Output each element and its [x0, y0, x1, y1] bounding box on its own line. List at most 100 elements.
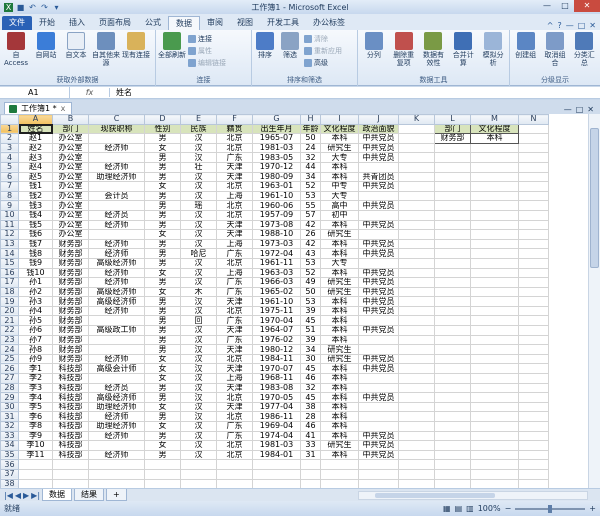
cell[interactable]: 共青团员 [358, 171, 399, 183]
row-header[interactable]: 19 [0, 296, 19, 307]
cell[interactable] [518, 171, 549, 183]
row-header[interactable]: 8 [0, 190, 19, 202]
cell[interactable]: 研究生 [320, 440, 359, 451]
cell[interactable] [470, 277, 519, 288]
cell[interactable]: 50 [300, 133, 321, 144]
tab-page-layout[interactable]: 页面布局 [92, 16, 138, 30]
cell[interactable]: 28 [300, 411, 321, 422]
cell[interactable]: 北京 [216, 133, 253, 144]
cell[interactable]: 财务部 [52, 334, 89, 346]
cell[interactable]: 中共党员 [358, 238, 399, 250]
cell[interactable] [470, 411, 519, 422]
cell[interactable]: 汉 [180, 133, 217, 144]
cell[interactable]: 男 [144, 161, 181, 173]
zoom-in-icon[interactable]: + [589, 504, 596, 513]
cell[interactable]: 办公室 [52, 161, 89, 173]
cell[interactable] [518, 401, 549, 413]
cell[interactable]: 办公室 [52, 209, 89, 221]
cell[interactable] [320, 468, 359, 480]
cell[interactable]: 本科 [320, 161, 359, 173]
cell[interactable]: 文化程度 [470, 123, 519, 135]
cell[interactable] [518, 382, 549, 394]
cell[interactable] [518, 181, 549, 192]
cell[interactable]: 中共党员 [358, 286, 399, 298]
from-other-sources-button[interactable]: 自其他来源 [92, 32, 120, 67]
cell[interactable]: 中共党员 [358, 142, 399, 154]
cell[interactable]: 45 [300, 392, 321, 403]
next-sheet-icon[interactable]: ▶ [23, 491, 29, 500]
cell[interactable]: 中共党员 [358, 200, 399, 211]
cell[interactable]: 高中 [320, 200, 359, 211]
cell[interactable]: 北京 [216, 411, 253, 422]
cell[interactable]: 女 [144, 363, 181, 375]
cell[interactable] [398, 200, 435, 211]
help-icon[interactable]: ? [557, 21, 561, 30]
cell[interactable]: 本科 [320, 334, 359, 346]
cell[interactable]: 女 [144, 229, 181, 240]
cell[interactable]: 汉 [180, 392, 217, 403]
cell[interactable]: 本科 [320, 267, 359, 279]
cell[interactable]: 办公室 [52, 219, 89, 231]
cell[interactable]: 钱2 [18, 190, 53, 202]
cell[interactable]: 上海 [216, 238, 253, 250]
cell[interactable]: 办公室 [52, 152, 89, 163]
cell[interactable] [470, 430, 519, 442]
row-header[interactable]: 7 [0, 181, 19, 192]
cell[interactable] [470, 229, 519, 240]
zoom-out-icon[interactable]: − [505, 504, 512, 513]
cell[interactable] [518, 296, 549, 307]
column-header[interactable]: N [518, 114, 549, 125]
cell[interactable]: 男 [144, 152, 181, 163]
cell[interactable]: 中共党员 [358, 353, 399, 365]
column-header[interactable]: I [320, 114, 359, 125]
cell[interactable] [518, 325, 549, 336]
cell[interactable] [358, 421, 399, 432]
cell[interactable] [358, 373, 399, 384]
cell[interactable]: 经济师 [88, 161, 145, 173]
cell[interactable] [518, 219, 549, 231]
cell[interactable] [398, 325, 435, 336]
row-header[interactable]: 26 [0, 363, 19, 375]
cell[interactable]: 广东 [216, 277, 253, 288]
cell[interactable] [518, 305, 549, 317]
what-if-button[interactable]: 模拟分析 [479, 32, 507, 67]
cell[interactable] [88, 440, 145, 451]
row-header[interactable]: 16 [0, 267, 19, 279]
row-header[interactable]: 1 [0, 123, 19, 135]
cell[interactable] [18, 478, 53, 488]
tab-view[interactable]: 视图 [230, 16, 260, 30]
cell[interactable] [434, 344, 471, 355]
tab-file[interactable]: 文件 [2, 16, 32, 30]
cell[interactable]: 1970-12 [252, 161, 301, 173]
cell[interactable] [518, 344, 549, 355]
zoom-slider[interactable] [515, 504, 586, 513]
cell[interactable]: 汉 [180, 219, 217, 231]
cell[interactable] [434, 315, 471, 327]
clear-button[interactable]: 清除 [304, 34, 342, 44]
column-header[interactable]: D [144, 114, 181, 125]
cell[interactable]: 男 [144, 219, 181, 231]
cell[interactable]: 上海 [216, 373, 253, 384]
cell[interactable] [180, 459, 217, 470]
properties-button[interactable]: 属性 [188, 46, 226, 56]
cell[interactable] [470, 209, 519, 221]
cell[interactable]: 中共党员 [358, 248, 399, 259]
cell[interactable]: 天津 [216, 325, 253, 336]
cell[interactable] [398, 401, 435, 413]
cell[interactable]: 汉 [180, 171, 217, 183]
cell[interactable] [358, 161, 399, 173]
cell[interactable] [470, 257, 519, 269]
cell[interactable]: 1973-08 [252, 219, 301, 231]
cell[interactable] [518, 449, 549, 461]
cell[interactable] [470, 181, 519, 192]
cell[interactable] [216, 478, 253, 488]
row-header[interactable]: 34 [0, 440, 19, 451]
cell[interactable]: 汉 [180, 353, 217, 365]
cell[interactable]: 财务部 [52, 257, 89, 269]
cell[interactable] [398, 392, 435, 403]
cell[interactable]: 1961-10 [252, 190, 301, 202]
cell[interactable]: 1980-09 [252, 171, 301, 183]
cell[interactable] [470, 296, 519, 307]
cell[interactable]: 中共党员 [358, 305, 399, 317]
cell[interactable]: 财务部 [52, 353, 89, 365]
